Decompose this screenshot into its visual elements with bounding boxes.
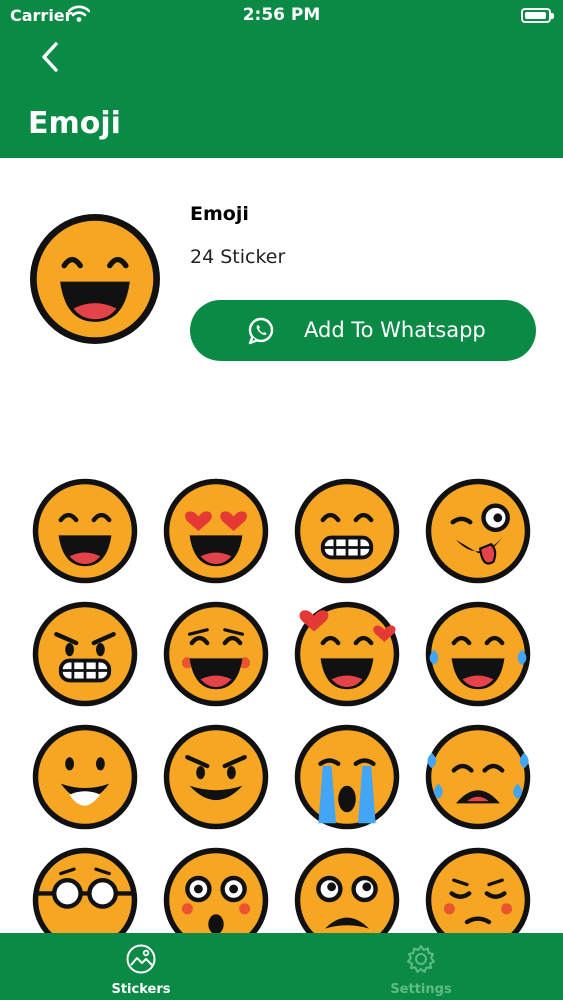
sticker-angry-grimace-face[interactable] bbox=[30, 599, 140, 709]
sticker-smiling-face-with-hearts[interactable] bbox=[292, 599, 402, 709]
heart-eyes-face-icon bbox=[163, 478, 269, 584]
add-to-whatsapp-button[interactable]: Add To Whatsapp bbox=[190, 300, 536, 361]
pack-tray-image bbox=[30, 214, 160, 344]
pack-info: Emoji 24 Sticker Add To Whatsapp bbox=[0, 158, 563, 458]
tab-stickers[interactable]: Stickers bbox=[71, 933, 211, 1000]
sticker-count: 24 Sticker bbox=[190, 246, 286, 268]
sticker-winking-tongue-face[interactable] bbox=[423, 476, 533, 586]
pack-name: Emoji bbox=[190, 203, 249, 225]
angry-grimace-face-icon bbox=[32, 601, 138, 707]
page-title: Emoji bbox=[28, 106, 121, 141]
sticker-devilish-grin-face[interactable] bbox=[161, 722, 271, 832]
status-bar: Carrier 2:56 PM bbox=[0, 0, 563, 32]
sticker-blushing-laughing-face[interactable] bbox=[161, 599, 271, 709]
tears-of-joy-face-icon bbox=[425, 601, 531, 707]
sticker-tears-of-joy-face[interactable] bbox=[423, 599, 533, 709]
back-button[interactable] bbox=[34, 38, 68, 76]
sticker-icon bbox=[126, 944, 156, 974]
tab-bar: Stickers Settings bbox=[0, 933, 563, 1000]
smiling-face-icon bbox=[32, 724, 138, 830]
tab-stickers-label: Stickers bbox=[111, 982, 171, 997]
sobbing-face-icon bbox=[425, 724, 531, 830]
loudly-crying-face-icon bbox=[294, 724, 400, 830]
sticker-grimacing-face[interactable] bbox=[292, 476, 402, 586]
gear-icon bbox=[407, 945, 435, 973]
grimacing-face-icon bbox=[294, 478, 400, 584]
tab-settings[interactable]: Settings bbox=[351, 933, 491, 1000]
sticker-grinning-face[interactable] bbox=[30, 476, 140, 586]
sticker-loudly-crying-face[interactable] bbox=[292, 722, 402, 832]
tab-settings-label: Settings bbox=[390, 982, 452, 997]
winking-tongue-face-icon bbox=[425, 478, 531, 584]
sticker-pack-screen: Carrier 2:56 PM Emoji Emoji 24 Sticker A… bbox=[0, 0, 563, 1000]
battery-icon bbox=[521, 8, 554, 23]
clock: 2:56 PM bbox=[242, 5, 321, 25]
whatsapp-icon bbox=[248, 317, 274, 345]
sticker-sobbing-face[interactable] bbox=[423, 722, 533, 832]
sticker-smiling-face[interactable] bbox=[30, 722, 140, 832]
devilish-grin-face-icon bbox=[163, 724, 269, 830]
add-to-whatsapp-label: Add To Whatsapp bbox=[304, 318, 486, 342]
smiling-face-with-hearts-icon bbox=[294, 601, 400, 707]
blushing-laughing-face-icon bbox=[163, 601, 269, 707]
nav-header: Carrier 2:56 PM Emoji bbox=[0, 0, 563, 158]
grinning-face-icon bbox=[32, 478, 138, 584]
sticker-heart-eyes-face[interactable] bbox=[161, 476, 271, 586]
